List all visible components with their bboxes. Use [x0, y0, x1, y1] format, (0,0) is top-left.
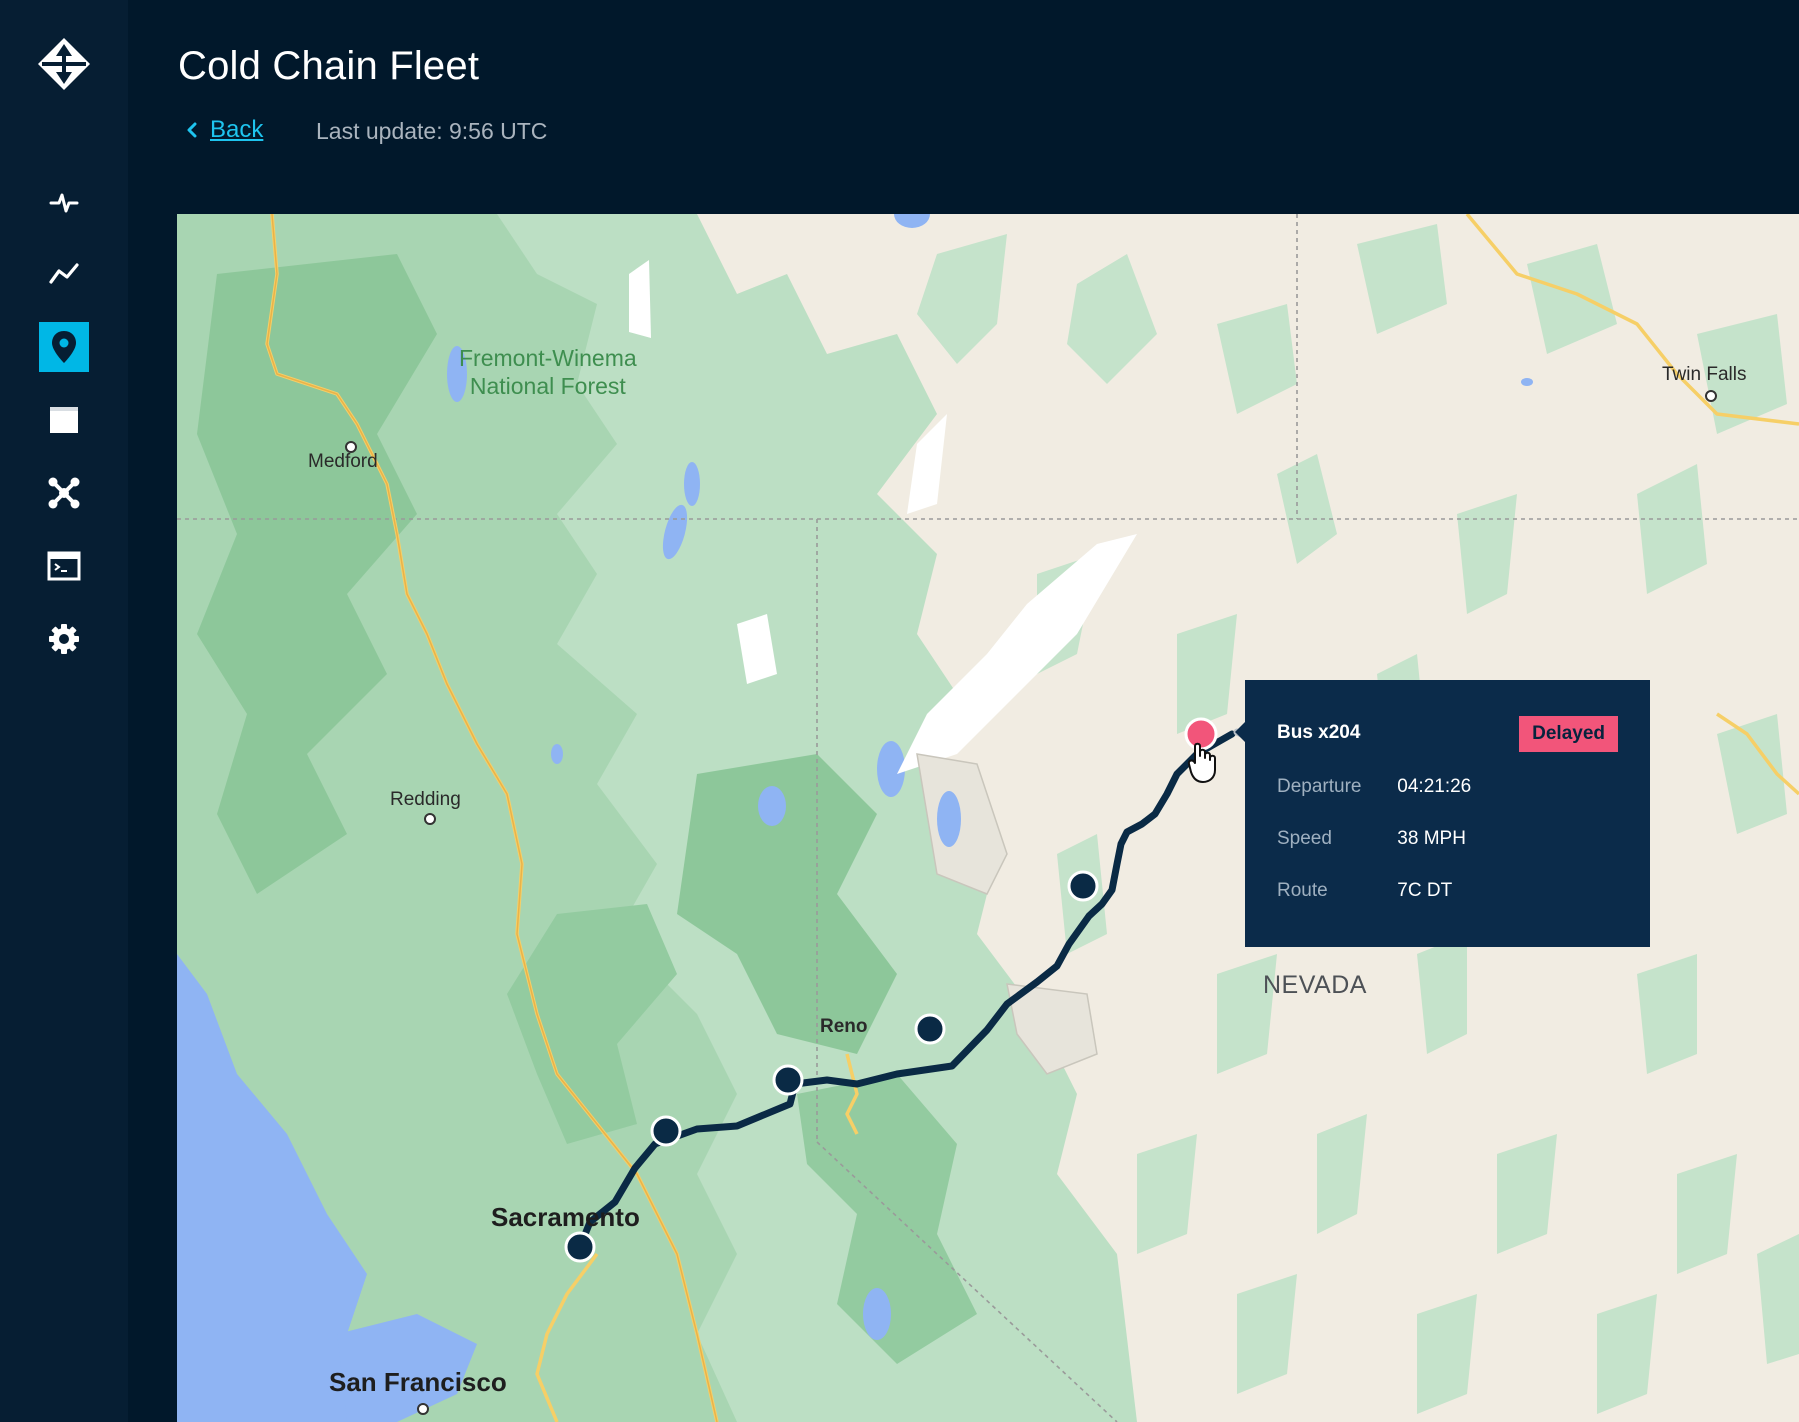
back-link[interactable]: Back	[184, 116, 263, 144]
route-stop	[914, 1013, 946, 1045]
map-label-twin-falls: Twin Falls	[1662, 364, 1747, 385]
map-label-san-francisco: San Francisco	[329, 1367, 507, 1397]
map-label-nevada: NEVADA	[1263, 971, 1367, 999]
speed-value: 38 MPH	[1397, 828, 1466, 849]
nav-item-analytics[interactable]	[39, 249, 89, 299]
route-label: Route	[1277, 880, 1328, 901]
gear-icon	[49, 624, 79, 654]
alert-vehicle-marker	[1184, 717, 1218, 751]
departure-value: 04:21:26	[1397, 776, 1472, 797]
tooltip-row-route: Route 7C DT	[1277, 880, 1452, 902]
window-icon	[50, 407, 78, 433]
vehicle-tooltip: Bus x204 Delayed Departure 04:21:26 Spee…	[1235, 680, 1650, 947]
map-label-sacramento: Sacramento	[491, 1202, 640, 1232]
route-stop	[1067, 870, 1099, 902]
network-icon	[48, 477, 80, 509]
map-pin-icon	[52, 331, 76, 363]
map-label-forest: Fremont-Winema National Forest	[459, 345, 637, 399]
header-bar	[128, 0, 1799, 214]
terminal-icon	[47, 551, 81, 581]
tooltip-row-departure: Departure 04:21:26	[1277, 776, 1471, 798]
status-badge: Delayed	[1519, 716, 1618, 752]
route-stop	[564, 1231, 596, 1263]
back-label[interactable]: Back	[210, 116, 263, 144]
departure-label: Departure	[1277, 776, 1362, 797]
route-value: 7C DT	[1397, 880, 1453, 901]
line-chart-icon	[49, 263, 79, 284]
speed-label: Speed	[1277, 828, 1332, 849]
nav-item-pulse[interactable]	[39, 177, 89, 227]
nav-item-panel[interactable]	[39, 395, 89, 445]
compass-diamond-icon[interactable]	[36, 36, 92, 92]
page-title: Cold Chain Fleet	[178, 44, 480, 88]
vehicle-name: Bus x204	[1277, 722, 1361, 743]
last-update-text: Last update: 9:56 UTC	[316, 118, 548, 144]
chevron-left-icon	[187, 122, 197, 138]
nav-item-network[interactable]	[39, 468, 89, 518]
fleet-map[interactable]: Fremont-Winema National Forest Medford R…	[177, 214, 1799, 1422]
route-stop	[650, 1115, 682, 1147]
map-label-medford: Medford	[308, 451, 378, 472]
nav-item-console[interactable]	[39, 541, 89, 591]
tooltip-row-speed: Speed 38 MPH	[1277, 828, 1466, 850]
activity-icon	[49, 193, 79, 213]
nav-item-map[interactable]	[39, 322, 89, 372]
map-label-reno: Reno	[820, 1016, 868, 1037]
map-label-redding: Redding	[390, 789, 461, 810]
nav-item-settings[interactable]	[39, 614, 89, 664]
route-stop	[772, 1064, 804, 1096]
sidebar	[0, 0, 128, 1422]
